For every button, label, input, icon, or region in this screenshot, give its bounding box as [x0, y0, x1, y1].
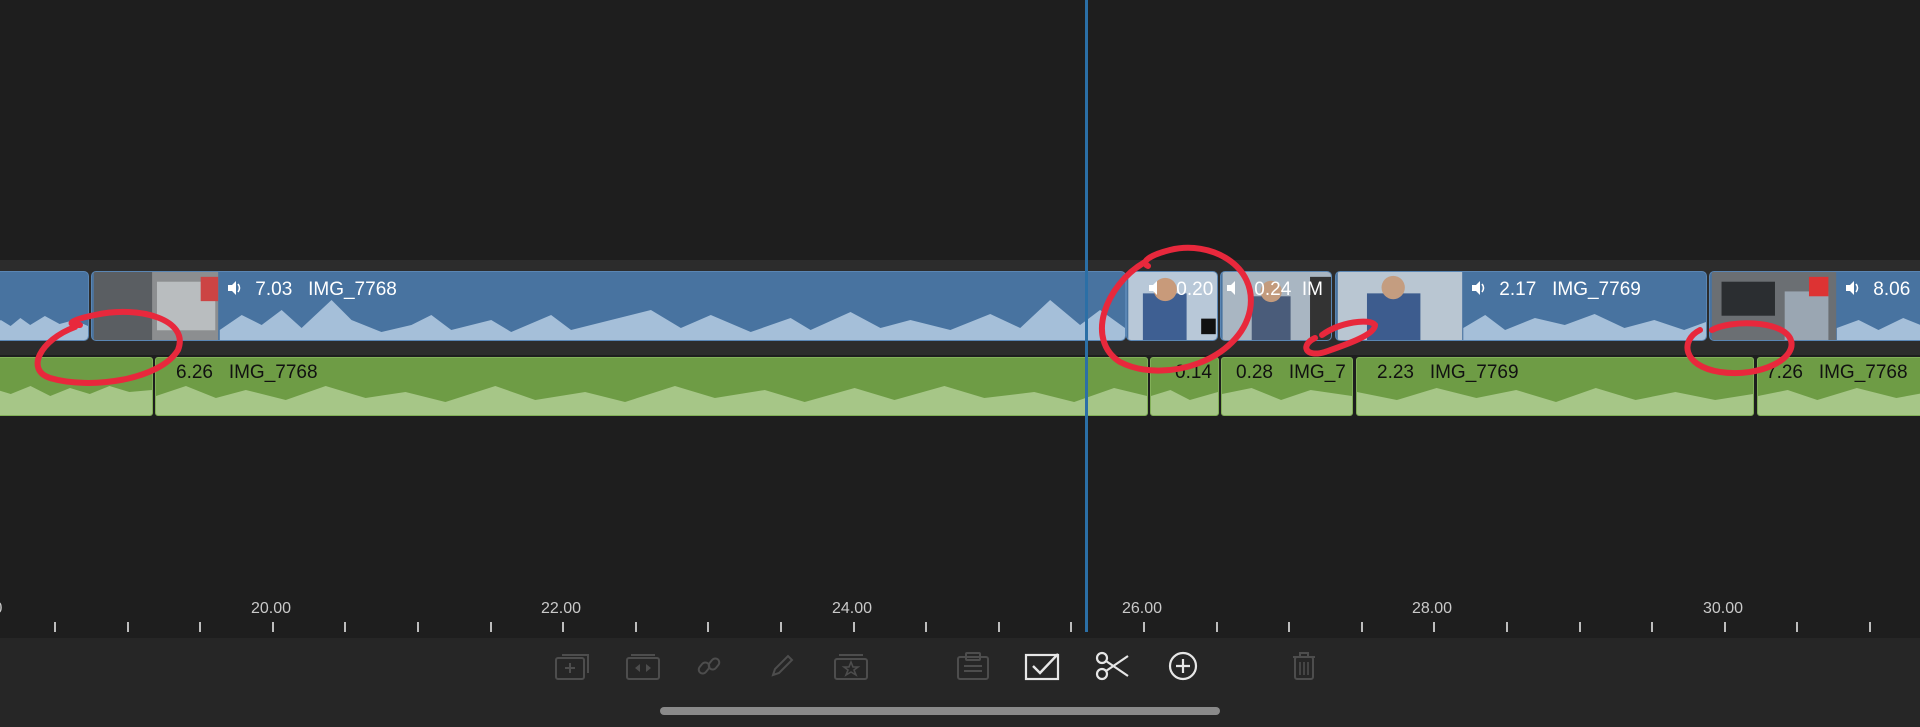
- speaker-icon: [1149, 281, 1157, 295]
- ruler-label: 28.00: [1411, 600, 1453, 617]
- select-icon: [1024, 653, 1060, 681]
- video-clip[interactable]: 8.06: [1709, 271, 1920, 341]
- ruler-tick: [1869, 622, 1871, 632]
- paste-icon: [957, 652, 989, 680]
- clip-duration: 6.26: [176, 362, 213, 383]
- clip-duration: 2.23: [1377, 362, 1414, 383]
- clip-duration: 8.06: [1873, 279, 1911, 300]
- ruler-tick: [272, 622, 274, 632]
- ruler-tick: [127, 622, 129, 632]
- ruler-label: 26.00: [1121, 600, 1163, 617]
- ruler-label: 0: [0, 600, 2, 618]
- delete-button[interactable]: [1284, 646, 1324, 686]
- ruler-label: 30.00: [1702, 600, 1744, 617]
- paste-button[interactable]: [953, 646, 993, 686]
- audio-clip[interactable]: 6.26 IMG_7768: [155, 357, 1148, 416]
- ruler-tick: [417, 622, 419, 632]
- ruler-label: 22.00: [540, 600, 582, 617]
- clip-name: IMG_7768: [308, 279, 397, 300]
- ruler-tick: [707, 622, 709, 632]
- video-clip[interactable]: 0.24 IM: [1220, 271, 1332, 341]
- video-clip[interactable]: 7.03 IMG_7768: [91, 271, 1126, 341]
- ruler-tick: [1724, 622, 1726, 632]
- clip-name: IM: [1301, 279, 1323, 300]
- home-indicator[interactable]: [660, 707, 1220, 715]
- add-clip-icon: [555, 654, 589, 680]
- clip-name: IMG_7769: [1429, 362, 1519, 383]
- ruler-label: 24.00: [831, 600, 873, 617]
- speaker-icon: [1472, 281, 1485, 295]
- favorite-icon: [834, 654, 868, 680]
- ruler-tick: [1433, 622, 1435, 632]
- clip-name: IMG_7768: [1818, 362, 1908, 383]
- clip-duration: 0.20: [1176, 279, 1214, 300]
- scissors-icon: [1095, 651, 1129, 681]
- audio-clip[interactable]: 7.26 IMG_7768: [1757, 357, 1920, 416]
- video-clip[interactable]: 0.20: [1126, 271, 1218, 341]
- ruler-tick: [490, 622, 492, 632]
- clip-duration: 7.03: [255, 279, 293, 300]
- ruler-tick: [998, 622, 1000, 632]
- ruler-tick: [344, 622, 346, 632]
- speaker-icon: [1846, 281, 1859, 295]
- split-button[interactable]: [1093, 646, 1133, 686]
- ruler-tick: [562, 622, 564, 632]
- link-icon: [697, 657, 721, 675]
- ruler-tick: [853, 622, 855, 632]
- ruler-tick: [1361, 622, 1363, 632]
- video-clip[interactable]: [0, 271, 89, 341]
- transition-button[interactable]: [624, 646, 664, 686]
- audio-clip[interactable]: 0.14: [1150, 357, 1219, 416]
- clip-name: IMG_7: [1288, 362, 1346, 383]
- link-button[interactable]: [689, 646, 729, 686]
- ruler-tick: [1288, 622, 1290, 632]
- audio-clip[interactable]: 2.23 IMG_7769: [1356, 357, 1754, 416]
- ruler-tick: [1143, 622, 1145, 632]
- ruler-tick: [1506, 622, 1508, 632]
- ruler-tick: [199, 622, 201, 632]
- select-button[interactable]: [1023, 646, 1063, 686]
- ruler-tick: [1651, 622, 1653, 632]
- ruler-tick: [1796, 622, 1798, 632]
- ruler-tick: [1070, 622, 1072, 632]
- trash-icon: [1293, 652, 1315, 680]
- ruler-tick: [780, 622, 782, 632]
- clip-name: IMG_7768: [228, 362, 318, 383]
- clip-duration: 2.17: [1499, 279, 1537, 300]
- video-clip[interactable]: 2.17 IMG_7769: [1335, 271, 1707, 341]
- ruler-tick: [1216, 622, 1218, 632]
- ruler-tick: [1579, 622, 1581, 632]
- add-button[interactable]: [1163, 646, 1203, 686]
- ruler-tick: [925, 622, 927, 632]
- ruler-tick: [635, 622, 637, 632]
- add-icon: [1168, 651, 1198, 681]
- favorite-button[interactable]: [832, 646, 872, 686]
- transition-icon: [626, 654, 660, 680]
- clip-duration: 0.14: [1175, 362, 1212, 383]
- audio-clip[interactable]: [0, 357, 153, 416]
- ruler-label: 20.00: [250, 600, 292, 617]
- clip-duration: 0.24: [1254, 279, 1292, 300]
- playhead[interactable]: [1085, 0, 1088, 632]
- audio-clip[interactable]: 0.28 IMG_7: [1221, 357, 1353, 416]
- clip-name: IMG_7769: [1552, 279, 1641, 300]
- add-clip-button[interactable]: [553, 646, 593, 686]
- ruler-tick: [54, 622, 56, 632]
- speaker-icon: [228, 281, 241, 295]
- pencil-icon: [771, 654, 794, 677]
- clip-duration: 0.28: [1236, 362, 1273, 383]
- clip-duration: 7.26: [1766, 362, 1803, 383]
- edit-button[interactable]: [762, 646, 802, 686]
- speaker-icon: [1227, 281, 1235, 295]
